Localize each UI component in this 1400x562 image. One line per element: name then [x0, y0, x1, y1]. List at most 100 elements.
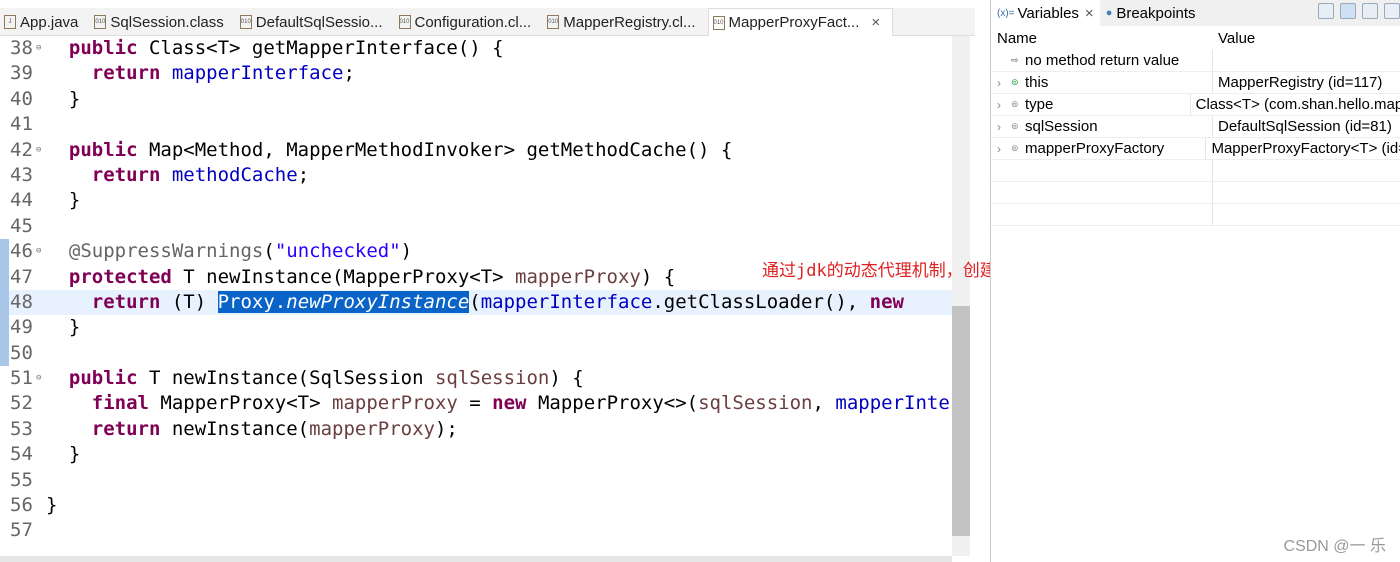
column-header-name[interactable]: Name [991, 26, 1213, 50]
variable-name: this [1025, 74, 1049, 91]
code-token: public [68, 37, 138, 59]
horizontal-scrollbar[interactable] [0, 556, 952, 562]
code-token: mapperProxy [309, 417, 435, 440]
column-header-value[interactable]: Value [1213, 30, 1255, 47]
class-file-icon: 010 [398, 15, 411, 29]
line-number-text: 41 [10, 113, 33, 136]
code-line: 50 [0, 341, 952, 366]
code-line: 44 } [0, 188, 952, 213]
fold-toggle-icon[interactable]: ⊖ [36, 36, 41, 61]
code-line: 43 return methodCache; [0, 163, 952, 188]
line-number: 52 [0, 391, 46, 416]
code-token: sqlSession [434, 367, 550, 390]
expand-chevron-icon[interactable]: › [997, 142, 1011, 156]
fold-toggle-icon[interactable]: ⊖ [36, 239, 41, 264]
fold-toggle-icon[interactable]: ⊖ [36, 366, 41, 391]
editor-tab[interactable]: 010 MapperProxyFact... × [707, 8, 894, 36]
code-token: , [812, 392, 836, 415]
code-token: Map<Method, MapperMethodInvoker> getMeth… [137, 138, 733, 161]
line-number-text: 49 [10, 316, 33, 339]
variable-row[interactable]: › ⊚ mapperProxyFactory MapperProxyFactory<T… [991, 138, 1400, 160]
code-token: public [68, 138, 138, 161]
scrollbar-thumb[interactable] [952, 306, 970, 536]
variables-icon: (x)= [997, 7, 1015, 19]
code-line: 42 ⊖ public Map<Method, MapperMethodInvok… [0, 138, 952, 163]
line-number: 40 [0, 87, 46, 112]
line-number: 54 [0, 442, 46, 467]
line-number: 53 [0, 417, 46, 442]
close-icon[interactable]: × [1085, 5, 1094, 22]
code-line: 39 return mapperInterface; [0, 61, 952, 86]
tab-label: SqlSession.class [110, 13, 224, 31]
editor-tab[interactable]: 010 MapperRegistry.cl... [543, 8, 707, 36]
tab-variables[interactable]: (x)= Variables × [991, 0, 1100, 26]
code-token: = [457, 392, 493, 415]
java-file-icon: J [4, 15, 16, 29]
change-marker [0, 239, 9, 366]
code-token: sqlSession [698, 392, 813, 415]
code-token: newProxyInstance [286, 290, 470, 313]
code-line: 51 ⊖ public T newInstance(SqlSession sqlS… [0, 366, 952, 391]
variable-row[interactable]: ⇨ no method return value [991, 50, 1400, 72]
variable-name: mapperProxyFactory [1025, 140, 1165, 157]
line-number: 56 [0, 493, 46, 518]
code-token: new [492, 392, 527, 415]
code-token: new [869, 290, 904, 313]
code-token: ) { [549, 367, 584, 390]
code-area[interactable]: 38 ⊖ public Class<T> getMapperInterface()… [0, 36, 952, 556]
line-number: 42 ⊖ [0, 138, 46, 163]
close-icon[interactable]: × [871, 14, 880, 31]
variable-name: sqlSession [1025, 118, 1098, 135]
code-token: protected [68, 265, 172, 288]
show-type-names-button[interactable] [1318, 3, 1334, 19]
variable-name: type [1025, 96, 1054, 113]
breakpoints-icon: ● [1105, 7, 1113, 19]
editor-tab[interactable]: 010 DefaultSqlSessio... [236, 8, 395, 36]
code-token: } [46, 443, 81, 466]
field-dot-icon: ⊚ [1011, 77, 1019, 87]
code-line: 52 final MapperProxy<T> mapperProxy = ne… [0, 391, 952, 416]
tab-breakpoints[interactable]: ● Breakpoints [1100, 0, 1202, 26]
variables-table: Name Value ⇨ no method return value › ⊚ this M… [991, 26, 1400, 226]
class-file-icon: 010 [712, 15, 725, 30]
vertical-scrollbar[interactable] [952, 36, 970, 556]
code-line: 53 return newInstance(mapperProxy); [0, 417, 952, 442]
fold-toggle-icon[interactable]: ⊖ [36, 138, 41, 163]
watermark: CSDN @一 乐 [1283, 538, 1386, 555]
line-number: 57 [0, 518, 46, 543]
code-token: } [46, 189, 81, 212]
expand-chevron-icon[interactable]: › [997, 98, 1011, 112]
code-token: mapperInterface [480, 290, 653, 313]
code-token: ; [297, 163, 310, 186]
variable-row[interactable]: › ⊚ sqlSession DefaultSqlSession (id=81) [991, 116, 1400, 138]
view-menu-button[interactable] [1384, 3, 1400, 19]
code-token: } [46, 494, 58, 517]
code-line: 38 ⊖ public Class<T> getMapperInterface()… [0, 36, 952, 61]
editor-tab[interactable]: J App.java [0, 8, 90, 36]
line-number-text: 44 [10, 189, 33, 212]
variable-row[interactable]: › ⊚ this MapperRegistry (id=117) [991, 72, 1400, 94]
line-number-text: 39 [10, 62, 33, 85]
code-token: .getClassLoader(), [652, 290, 870, 313]
code-token: Proxy. [217, 290, 287, 313]
collapse-all-button[interactable] [1362, 3, 1378, 19]
expand-chevron-icon[interactable]: › [997, 76, 1011, 90]
expand-chevron-icon[interactable]: › [997, 120, 1011, 134]
variable-row[interactable]: ›⊚ type Class<T> (com.shan.hello.mapper [991, 94, 1400, 116]
local-var-icon: ⊚ [1011, 99, 1019, 109]
code-token: newInstance( [160, 417, 310, 440]
code-token: (T) [160, 290, 218, 313]
show-logical-structure-button[interactable] [1340, 3, 1356, 19]
editor-tab[interactable]: 010 Configuration.cl... [395, 8, 544, 36]
local-var-icon: ⊚ [1011, 121, 1019, 131]
code-token: final [91, 392, 149, 415]
editor-tab[interactable]: 010 SqlSession.class [90, 8, 235, 36]
empty-row [991, 204, 1400, 226]
